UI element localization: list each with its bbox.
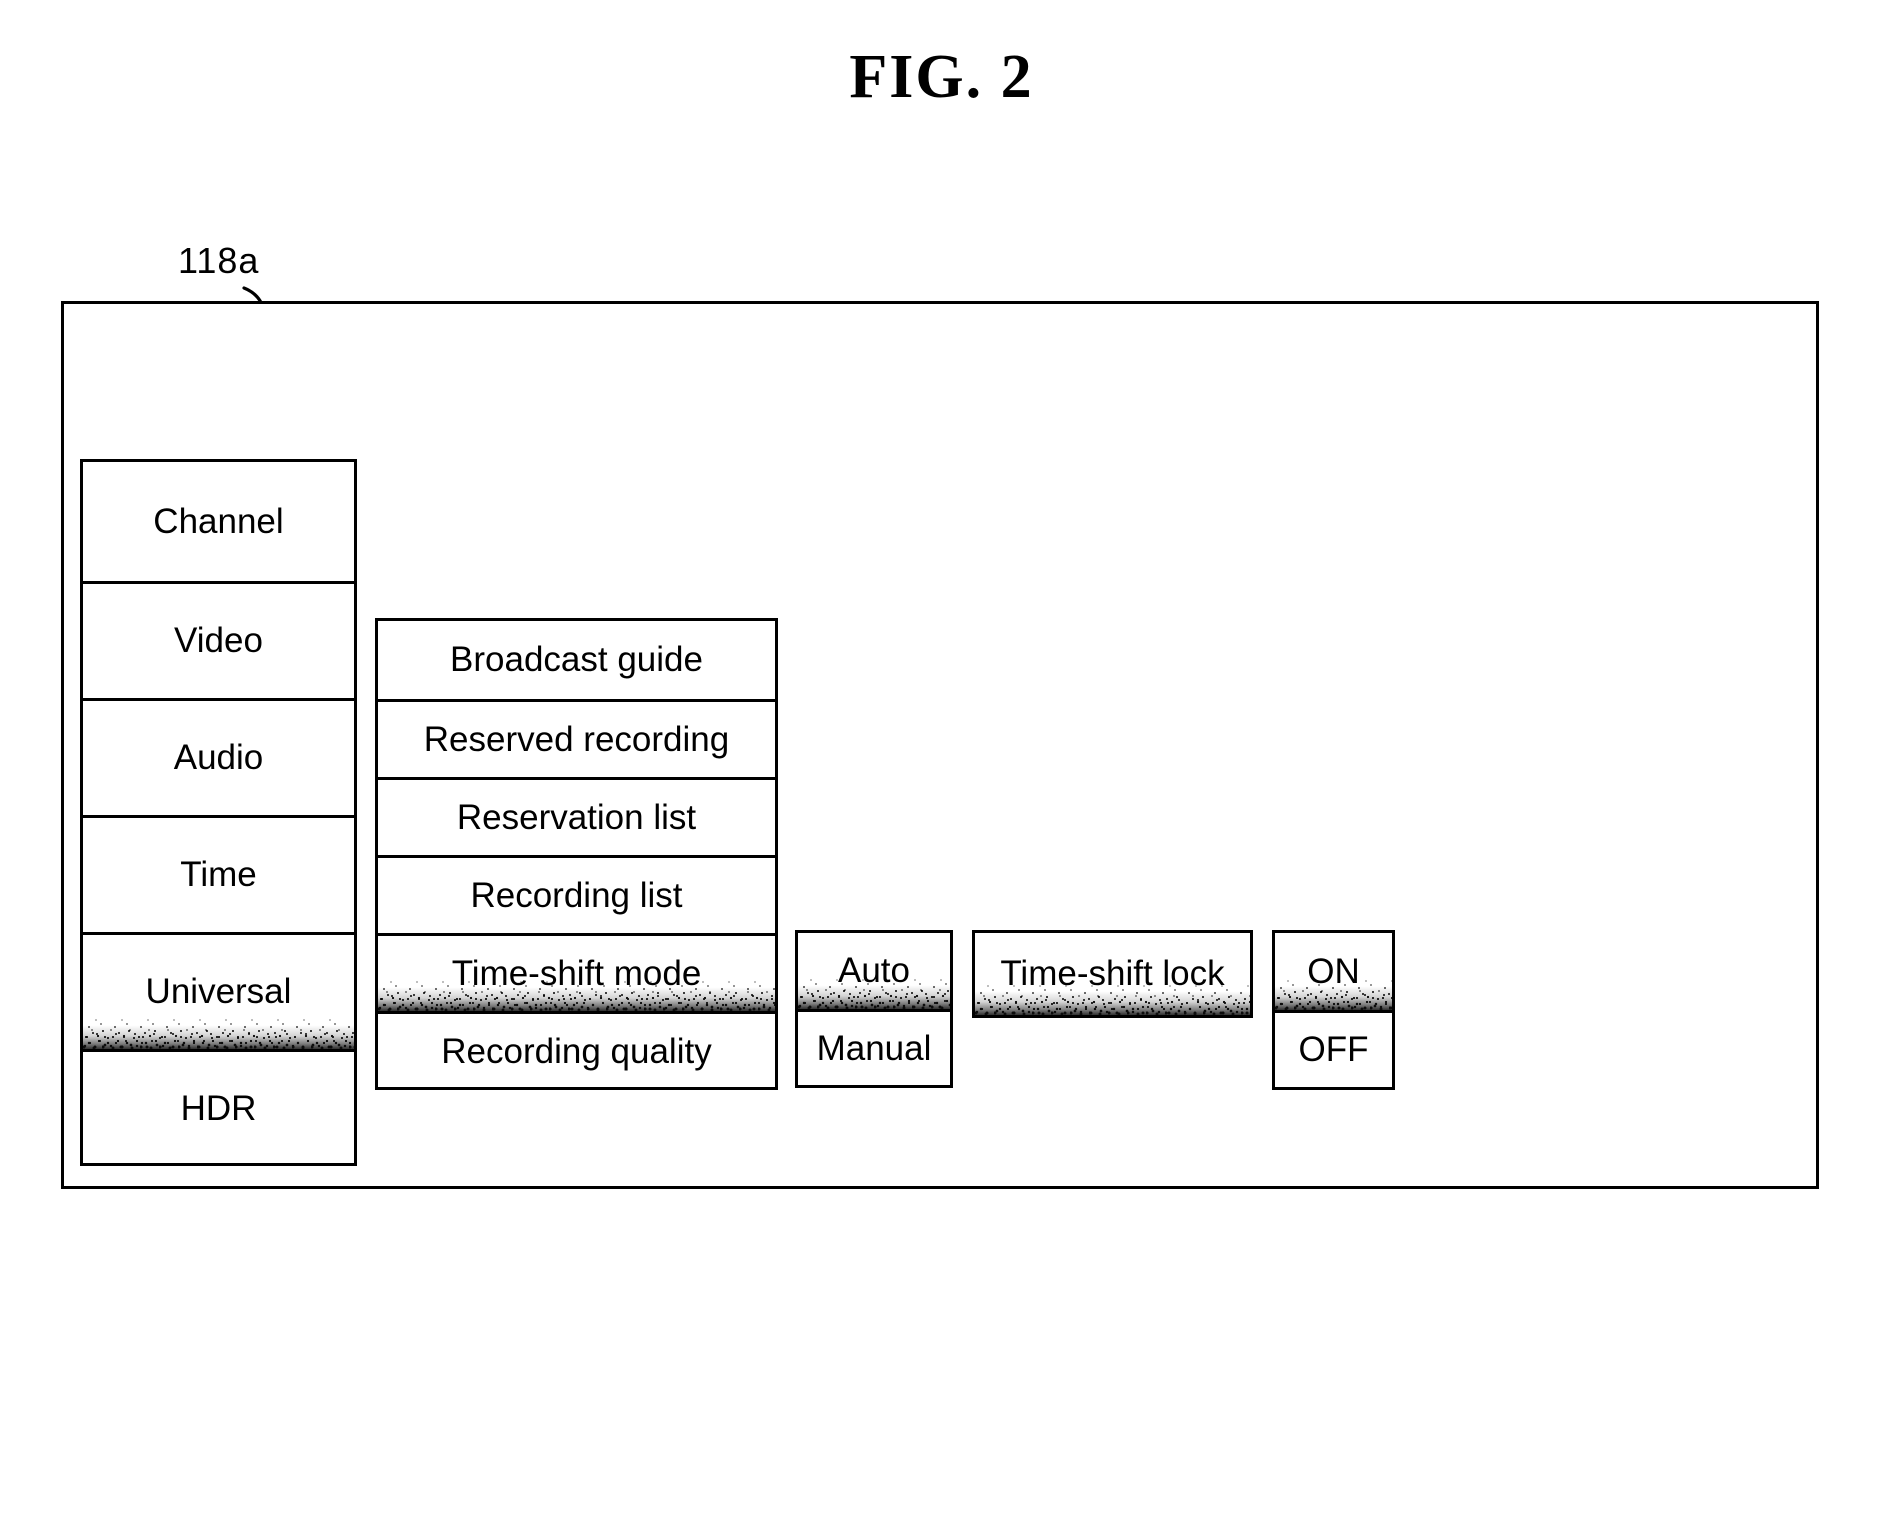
menu-item-label: Reserved recording [423,719,730,759]
menu-item-recording-list[interactable]: Recording list [378,855,775,933]
main-menu-column: Channel Video Audio Time Universal HDR [80,459,357,1166]
menu-item-label: Channel [153,501,284,541]
time-shift-mode-options-column: Auto Manual [795,930,953,1088]
menu-item-label: Audio [173,738,264,777]
menu-item-reserved-recording[interactable]: Reserved recording [378,699,775,777]
reference-numeral-118a: 118a [178,240,260,281]
menu-item-reservation-list[interactable]: Reservation list [378,777,775,855]
menu-item-hdr[interactable]: HDR [83,1049,354,1166]
menu-item-on[interactable]: ON [1275,933,1392,1010]
menu-item-time-shift-mode[interactable]: Time-shift mode [378,933,775,1011]
selection-highlight-texture [83,1015,354,1049]
menu-item-universal[interactable]: Universal [83,932,354,1049]
menu-item-label: Time [180,855,257,894]
menu-item-label: Broadcast guide [450,640,703,679]
menu-item-label: OFF [1298,1030,1369,1069]
menu-item-channel[interactable]: Channel [83,462,354,581]
menu-item-label: Universal [145,972,292,1011]
menu-item-recording-quality[interactable]: Recording quality [378,1011,775,1089]
menu-item-broadcast-guide[interactable]: Broadcast guide [378,621,775,699]
menu-item-label: Video [174,621,263,660]
menu-item-label: HDR [180,1089,257,1128]
figure-title: FIG. 2 [849,43,1034,111]
time-shift-lock-onoff-column: ON OFF [1272,930,1395,1090]
menu-item-label: Recording list [470,875,683,915]
menu-item-off[interactable]: OFF [1275,1010,1392,1087]
menu-item-time[interactable]: Time [83,815,354,932]
menu-item-video[interactable]: Video [83,581,354,698]
menu-item-label: Manual [816,1028,932,1068]
menu-item-label: ON [1307,951,1360,991]
recording-submenu-column: Broadcast guide Reserved recording Reser… [375,618,778,1090]
menu-item-label: Auto [838,951,910,990]
menu-item-label: Recording quality [441,1031,712,1071]
menu-item-label: Reservation list [456,797,697,837]
menu-item-label: Time-shift lock [1000,954,1225,993]
menu-item-label: Time-shift mode [451,953,702,993]
time-shift-lock-column: Time-shift lock [972,930,1253,1018]
menu-item-auto[interactable]: Auto [798,933,950,1009]
figure-page: FIG. 2 118a Channel Video Audio Time Uni… [0,0,1883,1516]
menu-item-time-shift-lock[interactable]: Time-shift lock [975,933,1250,1015]
menu-item-audio[interactable]: Audio [83,698,354,815]
menu-item-manual[interactable]: Manual [798,1009,950,1085]
